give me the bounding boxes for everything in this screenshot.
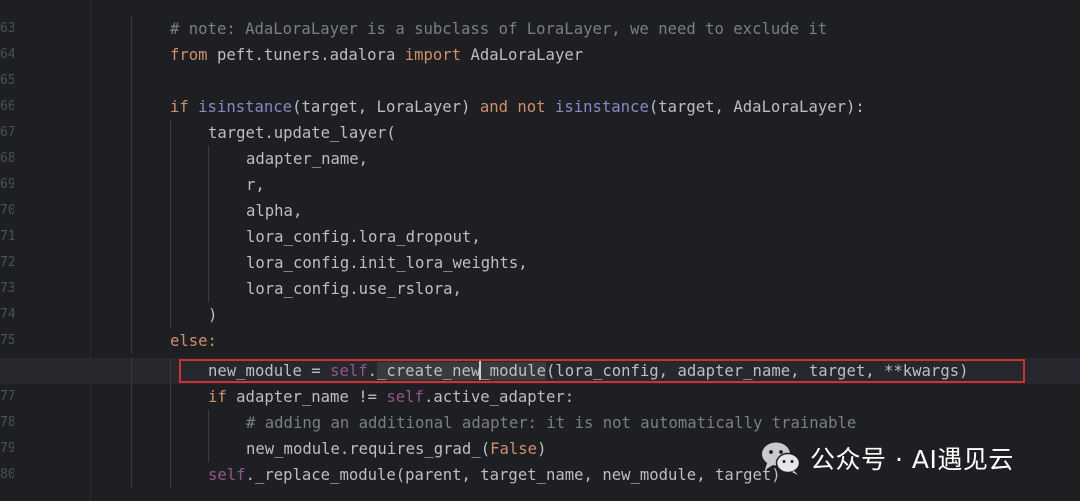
code-line[interactable]: target.update_layer( [0,120,1080,146]
indent-guide [131,224,132,250]
indent-guide [170,462,171,488]
indent-guide [208,198,209,224]
indent-guide [170,276,171,302]
code-line[interactable]: if adapter_name != self.active_adapter: [0,384,1080,410]
code-text: lora_config.init_lora_weights, [246,254,528,272]
keyword-and: and [479,98,508,116]
code-line[interactable]: from peft.tuners.adalora import AdaLoraL… [0,42,1080,68]
indent-guide [170,198,171,224]
self-keyword: self [208,466,246,484]
keyword-import: import [404,46,462,64]
code-comment: # note: AdaLoraLayer is a subclass of Lo… [170,20,828,38]
code-line[interactable]: lora_config.lora_dropout, [0,224,1080,250]
module-path: peft.tuners.adalora [207,46,405,64]
code-text: ) [208,306,218,324]
code-line-current[interactable]: new_module = self._create_new_module(lor… [0,358,1080,384]
indent-guide [170,172,171,198]
indent-guide [170,410,171,436]
keyword-not: not [517,98,546,116]
indent-guide [208,224,209,250]
indent-guide [131,302,132,328]
indent-guide [208,250,209,276]
indent-guide [131,276,132,302]
keyword-if: if [208,388,227,406]
code-line[interactable]: ) [0,302,1080,328]
keyword-if: if [170,98,189,116]
indent-guide [208,172,209,198]
indent-guide [208,276,209,302]
indent-guide [131,120,132,146]
code-line[interactable]: # note: AdaLoraLayer is a subclass of Lo… [0,16,1080,42]
code-text: lora_config.use_rslora, [246,280,462,298]
builtin-isinstance: isinstance [198,98,293,116]
imported-name: AdaLoraLayer [461,46,584,64]
code-line[interactable]: alpha, [0,198,1080,224]
code-line[interactable]: if isinstance(target, LoraLayer) and not… [0,94,1080,120]
indent-guide [131,250,132,276]
code-line[interactable]: # adding an additional adapter: it is no… [0,410,1080,436]
code-text: adapter_name, [246,150,369,168]
code-editor[interactable]: 63 64 65 66 67 68 69 70 71 72 73 74 75 7… [0,0,1080,501]
indent-guide [131,172,132,198]
indent-guide [131,328,132,354]
builtin-isinstance: isinstance [554,98,649,116]
indent-guide [170,120,171,146]
watermark: 公众号 · AI遇见云 [760,438,1014,478]
code-line-blank[interactable] [0,68,1080,94]
indent-guide [131,94,132,120]
watermark-text: 公众号 · AI遇见云 [810,445,1014,474]
code-line[interactable]: lora_config.use_rslora, [0,276,1080,302]
code-text: r, [246,176,265,194]
highlighted-identifier: _create_new_module [377,360,547,380]
indent-guide [170,384,171,410]
indent-guide [131,462,132,488]
code-line[interactable]: r, [0,172,1080,198]
code-area[interactable]: # note: AdaLoraLayer is a subclass of Lo… [0,0,1080,501]
indent-guide [170,358,171,384]
indent-guide [131,198,132,224]
indent-guide [131,16,132,42]
self-keyword: self [386,388,424,406]
indent-guide [131,68,132,94]
code-text: lora_config.lora_dropout, [246,228,481,246]
indent-guide [208,410,209,436]
keyword-else: else: [170,332,217,350]
keyword-from: from [170,46,208,64]
indent-guide [170,436,171,462]
code-text: alpha, [246,202,303,220]
code-text: target.update_layer( [208,124,396,142]
keyword-false: False [490,440,538,458]
self-keyword: self [330,362,368,380]
code-line[interactable]: lora_config.init_lora_weights, [0,250,1080,276]
indent-guide [170,250,171,276]
code-line[interactable]: adapter_name, [0,146,1080,172]
indent-guide [131,410,132,436]
indent-guide [131,146,132,172]
indent-guide [170,224,171,250]
code-line[interactable]: else: [0,328,1080,354]
indent-guide [131,436,132,462]
indent-guide [170,146,171,172]
indent-guide [131,42,132,68]
indent-guide [208,146,209,172]
indent-guide [131,358,132,384]
indent-guide [170,302,171,328]
wechat-icon [762,442,801,475]
indent-guide [131,384,132,410]
indent-guide [208,436,209,462]
code-comment: # adding an additional adapter: it is no… [246,414,857,432]
